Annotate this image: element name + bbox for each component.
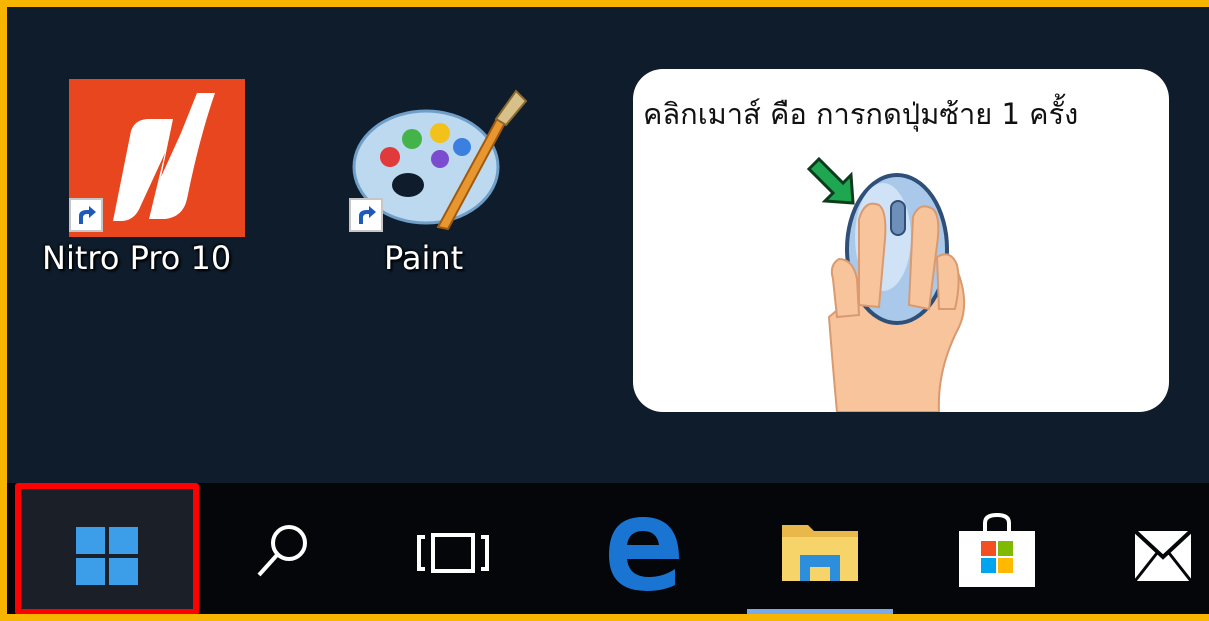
edge-browser-button[interactable] — [587, 483, 697, 614]
file-explorer-button[interactable] — [747, 483, 893, 614]
search-button[interactable] — [233, 483, 333, 614]
windows-start-icon — [76, 527, 138, 585]
shortcut-arrow-icon — [69, 198, 103, 232]
file-explorer-icon — [782, 525, 858, 581]
mail-icon — [1135, 529, 1193, 582]
desktop-icon-nitro-pro[interactable]: Nitro Pro 10 — [27, 67, 267, 307]
task-view-button[interactable] — [405, 483, 505, 614]
shortcut-arrow-icon — [349, 198, 383, 232]
taskbar — [7, 483, 1209, 614]
store-button[interactable] — [947, 483, 1047, 614]
start-button[interactable] — [15, 483, 199, 614]
hand-clicking-mouse-illustration — [806, 156, 966, 412]
task-view-icon — [417, 533, 489, 573]
desktop-icon-paint[interactable]: Paint — [313, 67, 533, 307]
active-app-indicator — [747, 609, 893, 614]
search-icon — [257, 525, 307, 577]
desktop: Nitro Pro 10 Paint คลิกเมาส์ คือ การกดปุ… — [7, 7, 1209, 483]
mouse-click-callout: คลิกเมาส์ คือ การกดปุ่มซ้าย 1 ครั้ง — [633, 69, 1169, 412]
desktop-icon-label: Nitro Pro 10 — [42, 239, 232, 277]
desktop-icon-label: Paint — [384, 239, 464, 277]
store-icon — [959, 513, 1035, 587]
screenshot-frame: Nitro Pro 10 Paint คลิกเมาส์ คือ การกดปุ… — [0, 0, 1209, 621]
mail-button[interactable] — [1127, 483, 1209, 614]
edge-browser-icon — [609, 517, 679, 591]
